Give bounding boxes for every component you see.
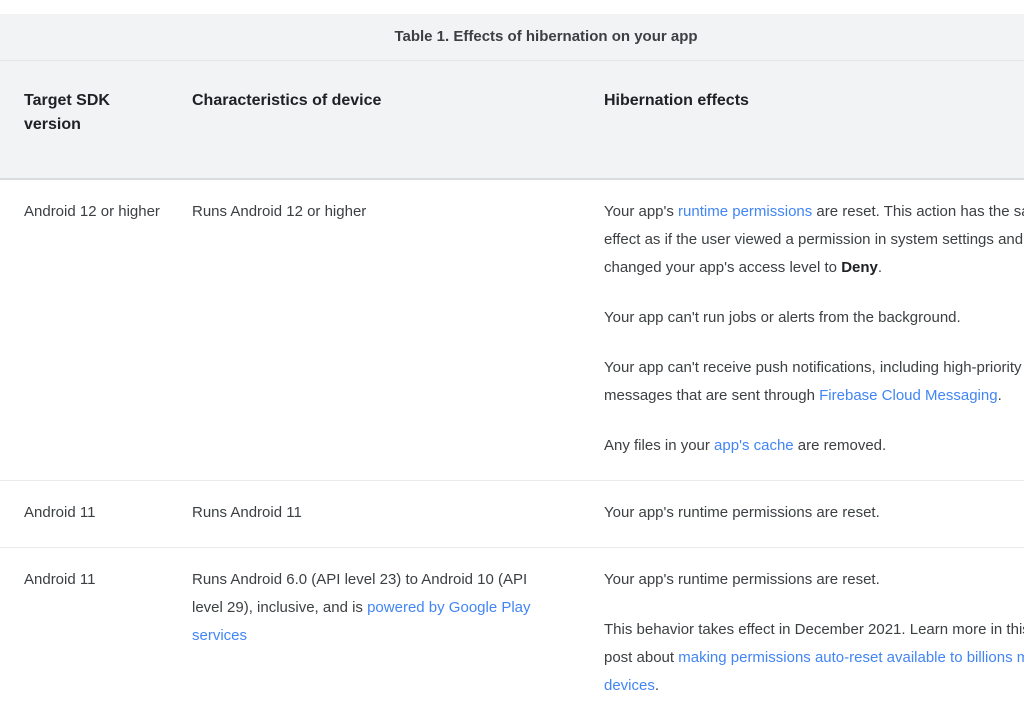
cell-characteristics-of-device: Runs Android 11 bbox=[184, 481, 592, 548]
cell-characteristics-of-device: Runs Android 12 or higher bbox=[184, 179, 592, 481]
cell-hibernation-effects: Your app's runtime permissions are reset… bbox=[592, 481, 1024, 548]
table-row: Android 11Runs Android 11 Your app's runt… bbox=[0, 481, 1024, 548]
cell-target-sdk-version: Android 12 or higher bbox=[0, 179, 184, 481]
effect-paragraph: Your app's runtime permissions are reset… bbox=[604, 499, 1024, 527]
column-header-target-sdk-version: Target SDK version bbox=[0, 61, 184, 179]
text-run: . bbox=[998, 387, 1002, 404]
cell-target-sdk-version: Android 11 bbox=[0, 548, 184, 720]
table-page: Table 1. Effects of hibernation on your … bbox=[0, 0, 1024, 720]
effect-paragraph: This behavior takes effect in December 2… bbox=[604, 616, 1024, 700]
text-run: are removed. bbox=[794, 437, 887, 454]
effect-paragraph: Your app can't receive push notification… bbox=[604, 354, 1024, 410]
table-caption: Table 1. Effects of hibernation on your … bbox=[0, 14, 1024, 61]
effect-paragraph: Your app's runtime permissions are reset… bbox=[604, 198, 1024, 282]
text-run: Your app can't run jobs or alerts from t… bbox=[604, 309, 961, 326]
text-run: Your app's runtime permissions are reset… bbox=[604, 504, 880, 521]
effect-paragraph: Your app's runtime permissions are reset… bbox=[604, 566, 1024, 594]
inline-link[interactable]: runtime permissions bbox=[678, 203, 812, 220]
cell-hibernation-effects: Your app's runtime permissions are reset… bbox=[592, 179, 1024, 481]
table-row: Android 12 or higherRuns Android 12 or h… bbox=[0, 179, 1024, 481]
hibernation-effects-table: Table 1. Effects of hibernation on your … bbox=[0, 14, 1024, 720]
emphasized-term: Deny bbox=[841, 259, 878, 276]
table-header: Target SDK version Characteristics of de… bbox=[0, 61, 1024, 179]
text-run: Your app's runtime permissions are reset… bbox=[604, 571, 880, 588]
effect-paragraph: Any files in your app's cache are remove… bbox=[604, 432, 1024, 460]
text-run: . bbox=[655, 677, 659, 694]
text-run: Any files in your bbox=[604, 437, 714, 454]
column-header-hibernation-effects: Hibernation effects bbox=[592, 61, 1024, 179]
table-body: Android 12 or higherRuns Android 12 or h… bbox=[0, 179, 1024, 720]
column-header-characteristics-of-device: Characteristics of device bbox=[184, 61, 592, 179]
inline-link[interactable]: Firebase Cloud Messaging bbox=[819, 387, 997, 404]
inline-link[interactable]: app's cache bbox=[714, 437, 794, 454]
text-run: . bbox=[878, 259, 882, 276]
table-row: Android 11Runs Android 6.0 (API level 23… bbox=[0, 548, 1024, 720]
cell-characteristics-of-device: Runs Android 6.0 (API level 23) to Andro… bbox=[184, 548, 592, 720]
text-run: Your app's bbox=[604, 203, 678, 220]
cell-target-sdk-version: Android 11 bbox=[0, 481, 184, 548]
effect-paragraph: Your app can't run jobs or alerts from t… bbox=[604, 304, 1024, 332]
table-header-row: Target SDK version Characteristics of de… bbox=[0, 61, 1024, 179]
cell-hibernation-effects: Your app's runtime permissions are reset… bbox=[592, 548, 1024, 720]
